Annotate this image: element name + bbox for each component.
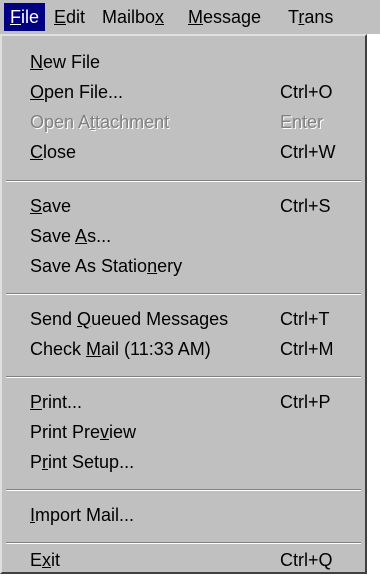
menu-edit[interactable]: Edit (48, 3, 91, 31)
menu-message[interactable]: Message (182, 3, 267, 31)
menu-separator (6, 489, 361, 491)
menu-separator (6, 376, 361, 378)
shortcut-label: Ctrl+Q (280, 550, 333, 570)
shortcut-label: Ctrl+P (280, 392, 331, 412)
menu-item-open-attachment: Open Attachment Enter (2, 107, 365, 137)
menu-item-check-mail[interactable]: Check Mail (11:33 AM) Ctrl+M (2, 334, 365, 364)
menu-item-save-as[interactable]: Save As... (2, 221, 365, 251)
menu-item-close[interactable]: Close Ctrl+W (2, 137, 365, 167)
menu-item-save-as-stationery[interactable]: Save As Stationery (2, 251, 365, 281)
menu-separator (6, 542, 361, 544)
shortcut-label: Ctrl+T (280, 309, 330, 329)
menu-item-new-file[interactable]: New File (2, 47, 365, 77)
menu-item-print-preview[interactable]: Print Preview (2, 417, 365, 447)
menu-separator (6, 180, 361, 182)
menu-bar: File Edit Mailbox Message Trans (0, 0, 380, 34)
menu-mailbox[interactable]: Mailbox (96, 3, 170, 31)
shortcut-label: Ctrl+S (280, 196, 331, 216)
menu-item-send-queued-messages[interactable]: Send Queued Messages Ctrl+T (2, 304, 365, 334)
shortcut-label: Ctrl+O (280, 82, 333, 102)
menu-transfer[interactable]: Trans (282, 3, 339, 31)
shortcut-label: Ctrl+M (280, 339, 334, 359)
file-menu: New File Open File... Ctrl+O Open Attach… (0, 34, 367, 574)
menu-item-import-mail[interactable]: Import Mail... (2, 500, 365, 530)
menu-separator (6, 293, 361, 295)
menu-item-open-file[interactable]: Open File... Ctrl+O (2, 77, 365, 107)
shortcut-label: Ctrl+W (280, 142, 336, 162)
menu-item-print[interactable]: Print... Ctrl+P (2, 387, 365, 417)
menu-item-exit[interactable]: Exit Ctrl+Q (2, 545, 365, 575)
menu-file[interactable]: File (4, 3, 46, 31)
shortcut-label: Enter (280, 112, 324, 132)
menu-item-save[interactable]: Save Ctrl+S (2, 191, 365, 221)
menu-item-print-setup[interactable]: Print Setup... (2, 447, 365, 477)
